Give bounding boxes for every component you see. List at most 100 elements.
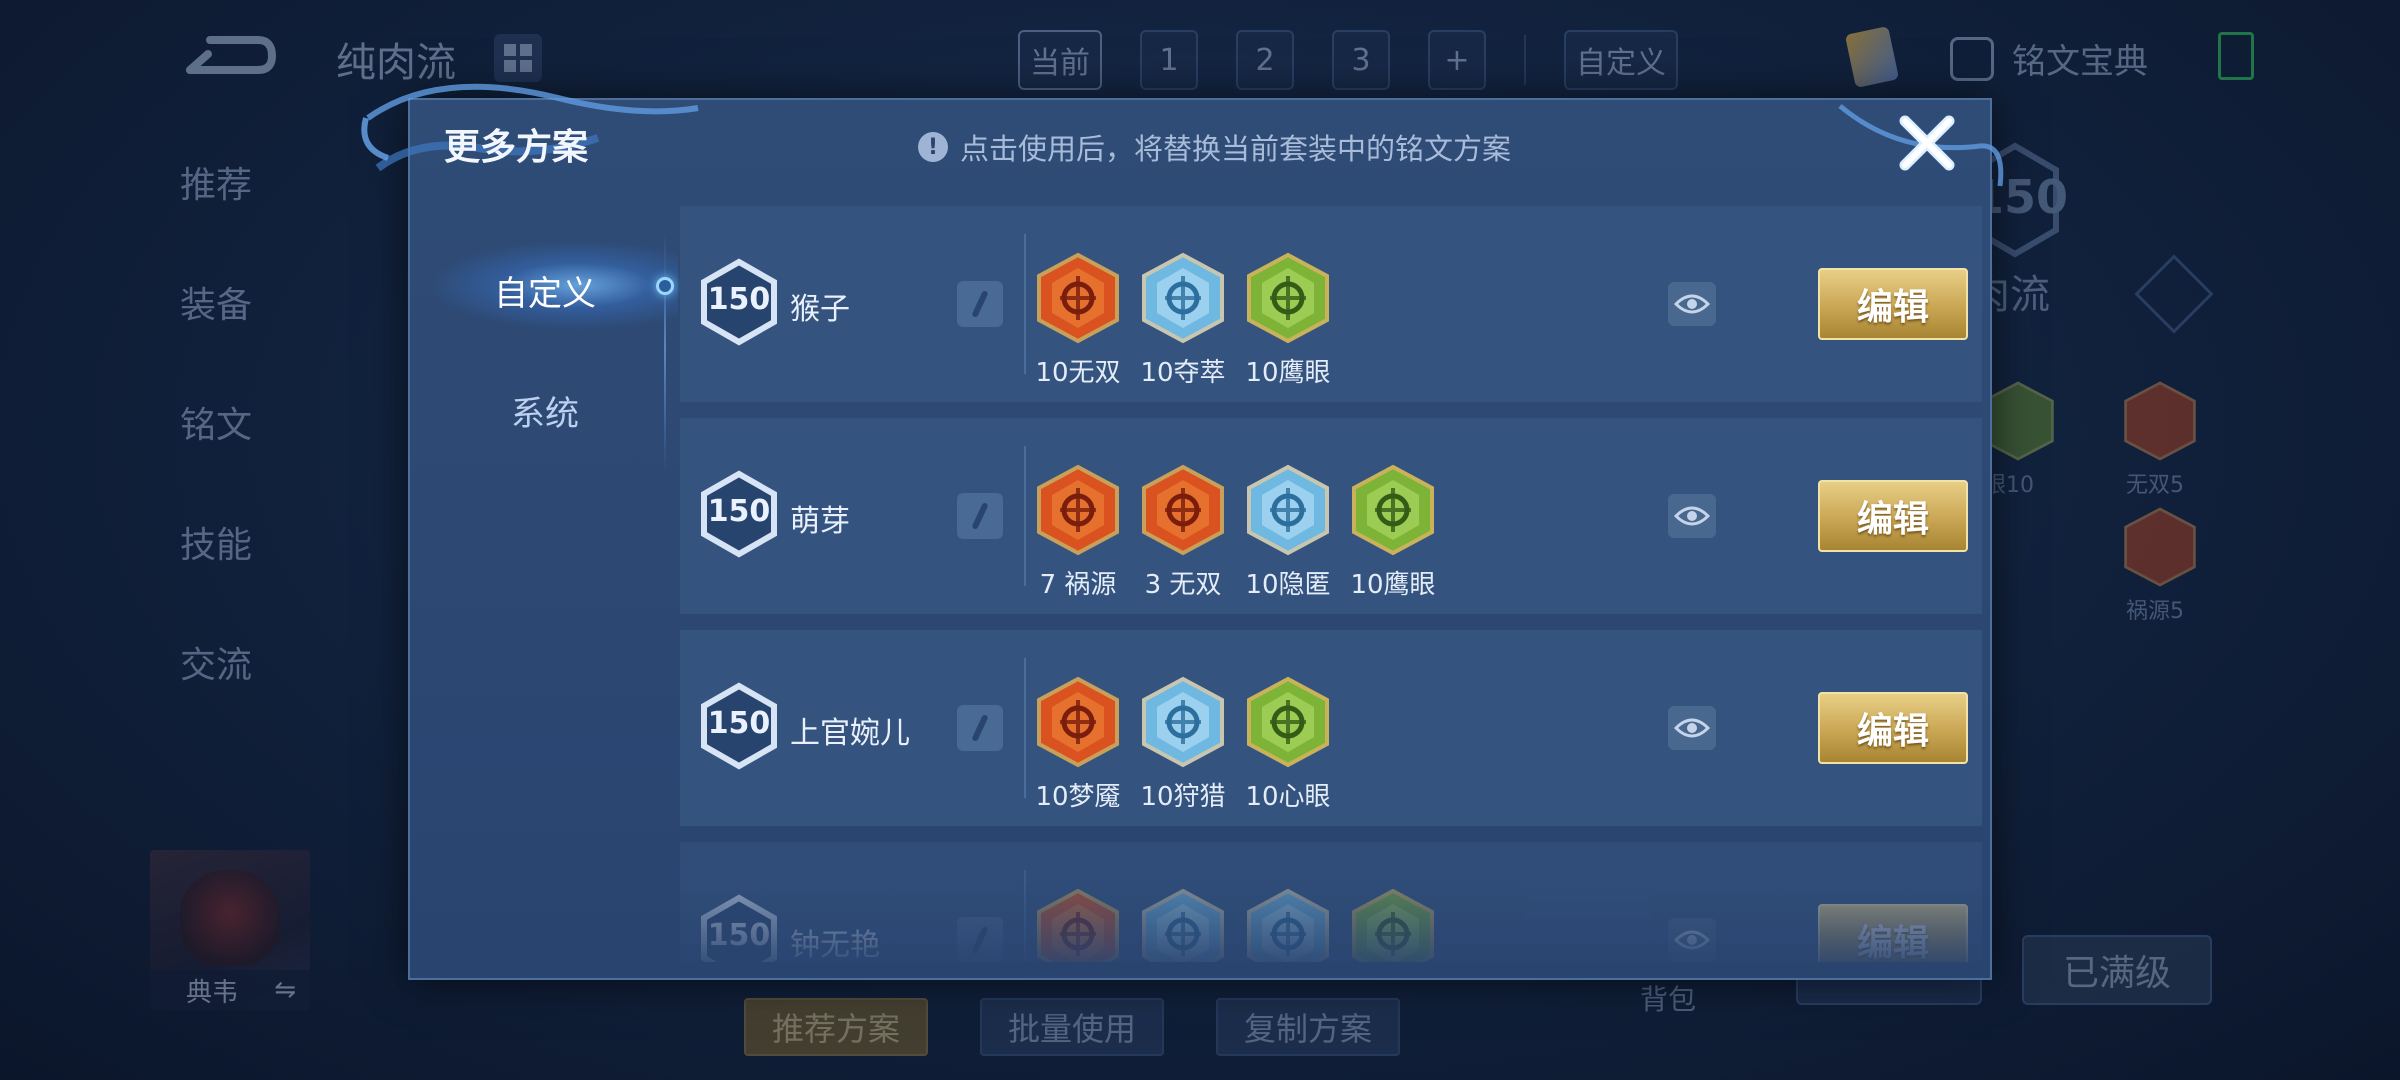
shoulie-rune-icon bbox=[1141, 676, 1225, 768]
edit-button[interactable]: 编辑 bbox=[1818, 692, 1968, 764]
tab-1[interactable]: 1 bbox=[1140, 30, 1198, 90]
edit-button[interactable]: 编辑 bbox=[1818, 480, 1968, 552]
blue-rune-icon bbox=[1141, 888, 1225, 962]
nav-exchange[interactable]: 交流 bbox=[180, 636, 252, 688]
blue-rune-icon bbox=[1246, 888, 1330, 962]
swap-icon[interactable]: ⇋ bbox=[274, 975, 296, 1005]
card-icon[interactable] bbox=[1844, 26, 1900, 88]
green-rune-icon bbox=[1351, 888, 1435, 962]
edit-button[interactable]: 编辑 bbox=[1818, 904, 1968, 962]
hero-card[interactable]: 典韦 ⇋ bbox=[150, 850, 310, 1010]
nav-inscription[interactable]: 铭文 bbox=[180, 396, 252, 448]
scheme-name: 猴子 bbox=[790, 292, 850, 327]
scheme-level: 150 bbox=[707, 918, 771, 953]
hero-portrait bbox=[180, 870, 280, 966]
gem-label: 无双5 bbox=[2126, 473, 2184, 498]
notice-text: 点击使用后，将替换当前套装中的铭文方案 bbox=[960, 132, 1512, 166]
red-rune-icon bbox=[2124, 507, 2196, 587]
wushuang-rune-icon bbox=[1036, 252, 1120, 344]
edit-button[interactable]: 编辑 bbox=[1818, 268, 1968, 340]
scheme-row[interactable]: 150 上官婉儿 10梦魇 10狩猎 10心眼 编辑 bbox=[680, 630, 1982, 826]
list-menu-icon[interactable] bbox=[2134, 254, 2214, 334]
rename-button[interactable] bbox=[957, 493, 1003, 539]
wushuang-rune-icon bbox=[1141, 464, 1225, 556]
tab-3[interactable]: 3 bbox=[1332, 30, 1390, 90]
mengyan-rune-icon bbox=[1036, 676, 1120, 768]
pen-icon bbox=[971, 926, 989, 954]
close-button[interactable] bbox=[1892, 108, 1962, 178]
codex-label: 铭文宝典 bbox=[2012, 42, 2148, 82]
rune-label: 10隐匿 bbox=[1245, 570, 1331, 600]
scheme-list[interactable]: 150 猴子 10无双 10夺萃 10鹰眼 编辑 150 萌芽 7 祸源 3 无双 10隐匿 10鹰眼… bbox=[680, 206, 1982, 962]
scheme-level: 150 bbox=[707, 706, 771, 741]
grid-menu-icon[interactable] bbox=[494, 34, 542, 82]
codex-button[interactable]: 铭文宝典 bbox=[1950, 34, 2148, 83]
scheme-level: 150 bbox=[707, 282, 771, 317]
red-rune-icon bbox=[1036, 888, 1120, 962]
recommend-scheme-button[interactable]: 推荐方案 bbox=[744, 998, 929, 1056]
bottom-buttons: 推荐方案 批量使用 复制方案 bbox=[744, 998, 1401, 1056]
level-hex-icon: 150 bbox=[700, 258, 778, 346]
yinni-rune-icon bbox=[1246, 464, 1330, 556]
bag-label[interactable]: 背包 bbox=[1640, 978, 1696, 1018]
scheme-name: 钟无艳 bbox=[790, 928, 880, 962]
pen-icon bbox=[971, 714, 989, 742]
rune-label: 7 祸源 bbox=[1039, 570, 1117, 600]
preview-button[interactable] bbox=[1668, 494, 1716, 538]
scheme-level: 150 bbox=[707, 494, 771, 529]
level-hex-icon: 150 bbox=[700, 682, 778, 770]
pen-icon bbox=[971, 290, 989, 318]
tab-add[interactable]: + bbox=[1428, 30, 1486, 90]
hero-name: 典韦 bbox=[186, 977, 239, 1008]
nav-skill[interactable]: 技能 bbox=[180, 516, 252, 568]
tab-custom-schemes[interactable]: 自定义 bbox=[420, 266, 670, 315]
modal-notice: ! 点击使用后，将替换当前套装中的铭文方案 bbox=[918, 126, 1511, 168]
eye-icon bbox=[1674, 930, 1710, 950]
divider bbox=[1024, 870, 1026, 962]
top-tabs: 当前 1 2 3 + 自定义 bbox=[1018, 30, 1678, 90]
yingyan-rune-icon bbox=[1351, 464, 1435, 556]
rune-label: 10鹰眼 bbox=[1350, 570, 1436, 600]
rune-label: 10梦魇 bbox=[1035, 782, 1121, 812]
tab-current[interactable]: 当前 bbox=[1018, 30, 1102, 90]
eye-icon bbox=[1674, 294, 1710, 314]
codex-icon bbox=[1950, 36, 1994, 81]
info-icon: ! bbox=[918, 132, 948, 162]
batch-use-button[interactable]: 批量使用 bbox=[980, 998, 1165, 1056]
rename-button[interactable] bbox=[957, 705, 1003, 751]
back-arrow-icon[interactable] bbox=[180, 30, 276, 82]
scheme-row[interactable]: 150 猴子 10无双 10夺萃 10鹰眼 编辑 bbox=[680, 206, 1982, 402]
max-level-button[interactable]: 已满级 bbox=[2022, 935, 2212, 1005]
pen-icon bbox=[971, 502, 989, 530]
eye-icon bbox=[1674, 718, 1710, 738]
rune-label: 10狩猎 bbox=[1140, 782, 1226, 812]
rune-label: 3 无双 bbox=[1144, 570, 1222, 600]
nav-equipment[interactable]: 装备 bbox=[180, 276, 252, 328]
copy-scheme-button[interactable]: 复制方案 bbox=[1216, 998, 1401, 1056]
tab-2[interactable]: 2 bbox=[1236, 30, 1294, 90]
scheme-name: 萌芽 bbox=[790, 504, 850, 539]
level-hex-icon: 150 bbox=[700, 894, 778, 962]
huoyuan-rune-icon bbox=[1036, 464, 1120, 556]
red-rune-icon bbox=[2124, 381, 2196, 461]
rune-label: 10无双 bbox=[1035, 358, 1121, 388]
nav-recommend[interactable]: 推荐 bbox=[180, 156, 252, 208]
scheme-row[interactable]: 150 萌芽 7 祸源 3 无双 10隐匿 10鹰眼 编辑 bbox=[680, 418, 1982, 614]
rune-label: 10心眼 bbox=[1245, 782, 1331, 812]
scheme-row[interactable]: 150 钟无艳 编辑 bbox=[680, 842, 1982, 962]
rename-button[interactable] bbox=[957, 917, 1003, 962]
modal-title: 更多方案 bbox=[444, 127, 589, 168]
preview-button[interactable] bbox=[1668, 706, 1716, 750]
rune-label: 10鹰眼 bbox=[1245, 358, 1331, 388]
duocui-rune-icon bbox=[1141, 252, 1225, 344]
divider bbox=[1524, 35, 1526, 85]
xinyan-rune-icon bbox=[1246, 676, 1330, 768]
preview-button[interactable] bbox=[1668, 918, 1716, 962]
tab-custom[interactable]: 自定义 bbox=[1564, 30, 1678, 90]
scheme-name: 上官婉儿 bbox=[790, 716, 910, 751]
eye-icon bbox=[1674, 506, 1710, 526]
rename-button[interactable] bbox=[957, 281, 1003, 327]
gem-label: 祸源5 bbox=[2126, 599, 2184, 624]
preview-button[interactable] bbox=[1668, 282, 1716, 326]
tab-system-schemes[interactable]: 系统 bbox=[420, 386, 670, 435]
